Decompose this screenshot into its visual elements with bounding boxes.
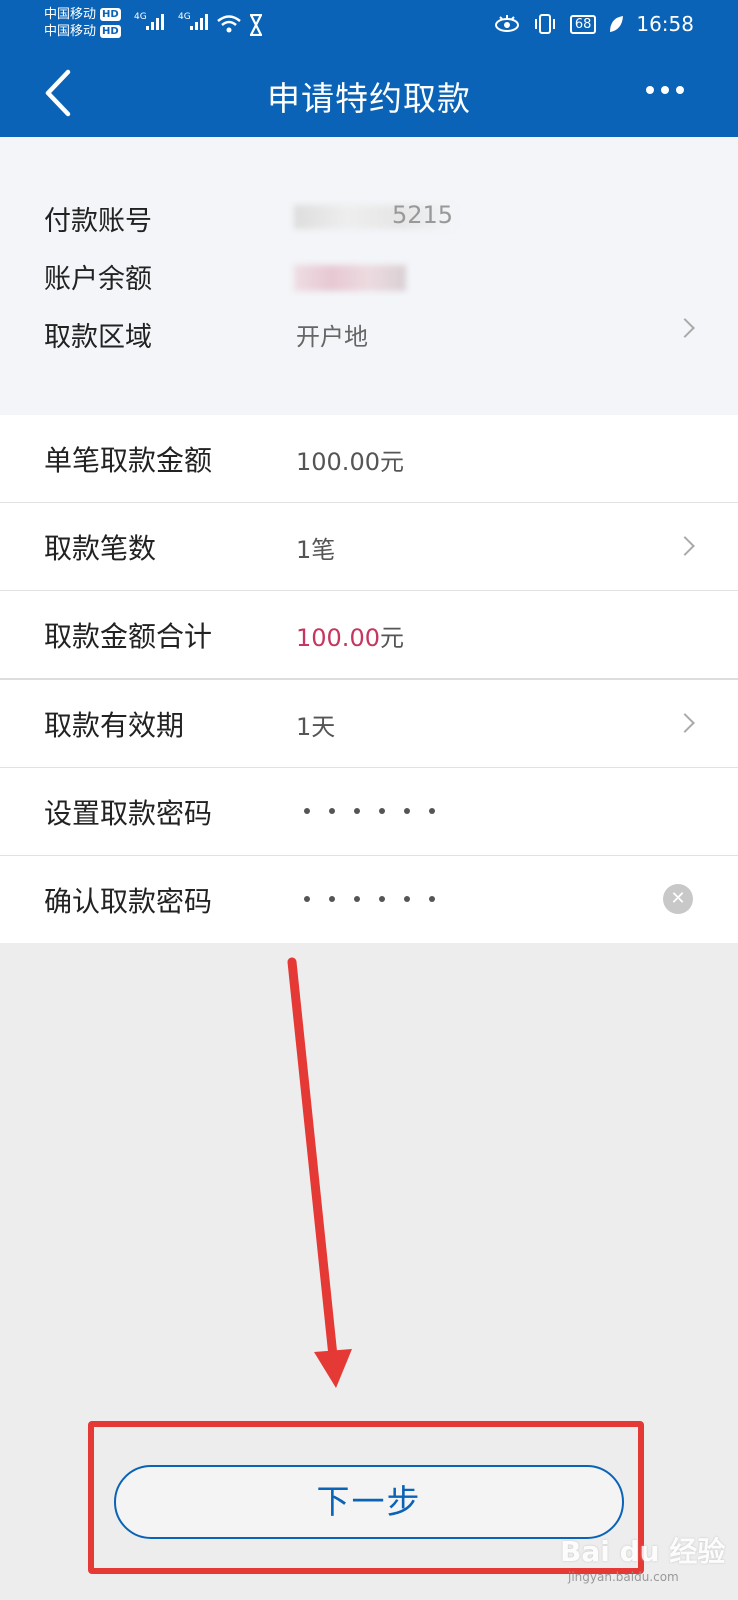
next-step-button[interactable]: 下一步 (114, 1465, 624, 1539)
watermark-logo: Bai du 经验 (560, 1535, 726, 1568)
watermark-url: jingyan.baidu.com (568, 1570, 679, 1584)
annotation-arrow (287, 957, 352, 1388)
